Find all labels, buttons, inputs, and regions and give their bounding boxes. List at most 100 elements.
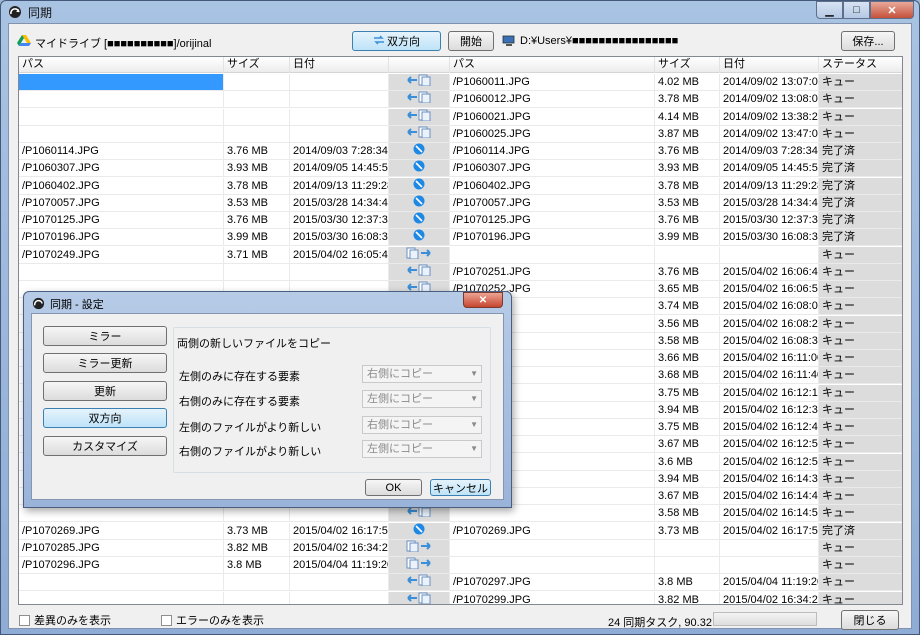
copy-left-arrow-icon[interactable] bbox=[406, 126, 432, 142]
status-cell: キュー bbox=[819, 384, 902, 402]
dialog-title: 同期 - 設定 bbox=[50, 299, 104, 311]
errors-only-checkbox[interactable]: エラーのみを表示 bbox=[161, 612, 264, 628]
copy-right-arrow-icon[interactable] bbox=[406, 247, 432, 263]
maximize-button[interactable]: □ bbox=[843, 1, 870, 19]
right-size-cell: 3.65 MB bbox=[655, 281, 720, 298]
header-right-date[interactable]: 日付 bbox=[720, 57, 819, 73]
table-row[interactable]: /P1070269.JPG 3.73 MB 2015/04/02 16:17:50/… bbox=[19, 522, 902, 540]
chevron-down-icon: ▼ bbox=[470, 444, 478, 453]
copy-right-arrow-icon[interactable] bbox=[406, 557, 432, 573]
direction-cell bbox=[389, 591, 450, 604]
ok-button[interactable]: OK bbox=[365, 479, 422, 496]
copy-left-arrow-icon[interactable] bbox=[406, 91, 432, 107]
table-row[interactable]: /P1070296.JPG 3.8 MB 2015/04/04 11:19:20 キュ… bbox=[19, 557, 902, 574]
direction-button-label: 双方向 bbox=[387, 36, 420, 48]
status-cell: キュー bbox=[819, 574, 902, 592]
left-path-cell: /P1070196.JPG bbox=[19, 229, 224, 247]
equal-sync-icon[interactable] bbox=[413, 523, 425, 539]
direction-cell bbox=[389, 108, 450, 126]
table-row[interactable]: /P1070196.JPG 3.99 MB 2015/03/30 16:08:30/… bbox=[19, 229, 902, 247]
equal-sync-icon[interactable] bbox=[413, 178, 425, 194]
right-date-cell: 2014/09/03 7:28:34 bbox=[720, 143, 819, 160]
equal-sync-icon[interactable] bbox=[413, 160, 425, 176]
close-button[interactable]: 閉じる bbox=[841, 610, 899, 630]
direction-cell bbox=[389, 557, 450, 574]
save-button[interactable]: 保存... bbox=[841, 31, 895, 51]
start-button[interactable]: 開始 bbox=[448, 31, 494, 51]
table-row[interactable]: /P1060402.JPG 3.78 MB 2014/09/13 11:29:28/… bbox=[19, 177, 902, 195]
right-date-cell: 2015/04/02 16:14:46 bbox=[720, 488, 819, 505]
header-left-size[interactable]: サイズ bbox=[224, 57, 290, 73]
copy-left-arrow-icon[interactable] bbox=[406, 592, 432, 604]
table-row[interactable]: /P1060021.JPG 4.14 MB 2014/09/02 13:38:26 キ… bbox=[19, 108, 902, 126]
rule-select-right-only[interactable]: 左側にコピー ▼ bbox=[362, 390, 482, 408]
right-path-cell: /P1060021.JPG bbox=[450, 108, 655, 126]
header-left-path[interactable]: パス bbox=[19, 57, 224, 73]
diff-only-checkbox[interactable]: 差異のみを表示 bbox=[19, 612, 111, 628]
left-path-cell: /P1070249.JPG bbox=[19, 246, 224, 264]
status-cell: 完了済 bbox=[819, 160, 902, 178]
right-size-cell: 3.82 MB bbox=[655, 591, 720, 604]
table-row[interactable]: /P1070285.JPG 3.82 MB 2015/04/02 16:34:26 キ… bbox=[19, 539, 902, 557]
table-row[interactable]: /P1060011.JPG 4.02 MB 2014/09/02 13:07:02 キ… bbox=[19, 74, 902, 91]
table-row[interactable]: /P1060025.JPG 3.87 MB 2014/09/02 13:47:04 キ… bbox=[19, 125, 902, 143]
table-row[interactable]: /P1070125.JPG 3.76 MB 2015/03/30 12:37:32/… bbox=[19, 212, 902, 229]
rule-select-left-newer[interactable]: 右側にコピー ▼ bbox=[362, 416, 482, 434]
header-status[interactable]: ステータス bbox=[819, 57, 902, 73]
table-row[interactable]: /P1070249.JPG 3.71 MB 2015/04/02 16:05:40 キ… bbox=[19, 246, 902, 264]
header-right-path[interactable]: パス bbox=[450, 57, 655, 73]
equal-sync-icon[interactable] bbox=[413, 229, 425, 245]
sync-app-icon bbox=[8, 5, 22, 19]
left-size-cell bbox=[224, 263, 290, 281]
right-date-cell: 2014/09/02 13:38:26 bbox=[720, 108, 819, 126]
copy-left-arrow-icon[interactable] bbox=[406, 264, 432, 280]
rule-label-right-newer: 右側のファイルがより新しい bbox=[179, 446, 322, 458]
direction-cell bbox=[389, 160, 450, 178]
mode-update-button[interactable]: 更新 bbox=[43, 381, 167, 401]
right-size-cell bbox=[655, 557, 720, 574]
equal-sync-icon[interactable] bbox=[413, 212, 425, 228]
right-path-cell: /P1070297.JPG bbox=[450, 574, 655, 592]
dialog-close-button[interactable]: ✕ bbox=[463, 292, 503, 308]
checkbox-box bbox=[161, 614, 172, 626]
header-right-size[interactable]: サイズ bbox=[655, 57, 720, 73]
table-row[interactable]: /P1060307.JPG 3.93 MB 2014/09/05 14:45:56/… bbox=[19, 160, 902, 178]
table-row[interactable]: /P1070251.JPG 3.76 MB 2015/04/02 16:06:48 キ… bbox=[19, 263, 902, 281]
header-direction[interactable] bbox=[389, 57, 450, 73]
left-date-cell bbox=[290, 74, 389, 91]
status-cell: 完了済 bbox=[819, 143, 902, 160]
right-path-label: D:¥Users¥■■■■■■■■■■■■■■■■ bbox=[520, 35, 679, 47]
right-date-cell: 2015/03/28 14:34:40 bbox=[720, 194, 819, 212]
mode-two-way-button[interactable]: 双方向 bbox=[43, 408, 167, 428]
status-cell: 完了済 bbox=[819, 522, 902, 540]
copy-left-arrow-icon[interactable] bbox=[406, 74, 432, 90]
table-row[interactable]: /P1070299.JPG 3.82 MB 2015/04/02 16:34:26 キ… bbox=[19, 591, 902, 604]
left-date-cell bbox=[290, 91, 389, 109]
rule-select-left-only[interactable]: 右側にコピー ▼ bbox=[362, 365, 482, 383]
direction-cell bbox=[389, 177, 450, 195]
minimize-button[interactable]: ▁ bbox=[816, 1, 843, 19]
close-window-button[interactable]: ✕ bbox=[870, 1, 914, 19]
direction-button[interactable]: 双方向 bbox=[352, 31, 441, 51]
copy-right-arrow-icon[interactable] bbox=[406, 540, 432, 556]
copy-left-arrow-icon[interactable] bbox=[406, 109, 432, 125]
table-row[interactable]: /P1060114.JPG 3.76 MB 2014/09/03 7:28:34/P… bbox=[19, 143, 902, 160]
right-size-cell: 3.94 MB bbox=[655, 470, 720, 488]
equal-sync-icon[interactable] bbox=[413, 195, 425, 211]
left-date-cell bbox=[290, 108, 389, 126]
right-path-cell bbox=[450, 539, 655, 557]
left-path-cell bbox=[19, 263, 224, 281]
mode-mirror-button[interactable]: ミラー bbox=[43, 326, 167, 346]
cancel-button[interactable]: キャンセル bbox=[430, 479, 491, 496]
mode-mirror-update-button[interactable]: ミラー更新 bbox=[43, 353, 167, 373]
right-size-cell bbox=[655, 539, 720, 557]
equal-sync-icon[interactable] bbox=[413, 143, 425, 159]
header-left-date[interactable]: 日付 bbox=[290, 57, 389, 73]
copy-left-arrow-icon[interactable] bbox=[406, 574, 432, 590]
rule-select-right-newer[interactable]: 左側にコピー ▼ bbox=[362, 440, 482, 458]
table-row[interactable]: /P1070297.JPG 3.8 MB 2015/04/04 11:19:20 キュ… bbox=[19, 574, 902, 592]
left-size-cell: 3.73 MB bbox=[224, 522, 290, 540]
table-row[interactable]: /P1070057.JPG 3.53 MB 2015/03/28 14:34:40/… bbox=[19, 194, 902, 212]
mode-custom-button[interactable]: カスタマイズ bbox=[43, 436, 167, 456]
table-row[interactable]: /P1060012.JPG 3.78 MB 2014/09/02 13:08:02 キ… bbox=[19, 91, 902, 109]
